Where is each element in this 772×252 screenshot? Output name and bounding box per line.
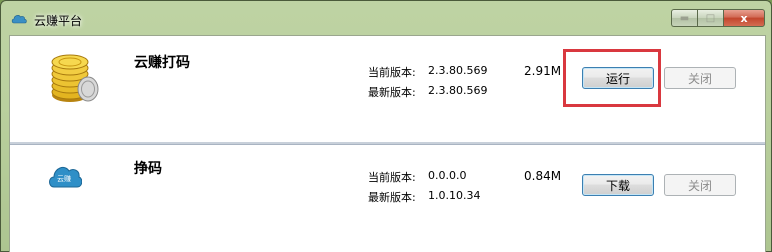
title-bar[interactable]: 云赚平台 ▬ □ x — [1, 1, 772, 35]
maximize-button[interactable]: □ — [697, 9, 723, 27]
close-app-button[interactable]: 关闭 — [664, 174, 736, 196]
download-button[interactable]: 下载 — [582, 174, 654, 196]
app-name: 挣码 — [134, 161, 162, 177]
cloud-app-icon-text: 云赚 — [57, 175, 71, 183]
window-close-button[interactable]: x — [723, 9, 765, 27]
app-window: 云赚平台 ▬ □ x 云赚打码 当前版本: 2.3.80.569 最新版本: 2… — [0, 0, 772, 252]
gold-coins-icon — [51, 54, 99, 102]
latest-version-label: 最新版本: — [368, 191, 416, 204]
minimize-icon: ▬ — [679, 12, 690, 24]
file-size: 2.91M — [524, 64, 562, 78]
cloud-icon — [11, 15, 27, 24]
maximize-icon: □ — [705, 12, 716, 24]
file-size: 0.84M — [524, 169, 562, 183]
list-item: 云赚打码 当前版本: 2.3.80.569 最新版本: 2.3.80.569 2… — [10, 36, 765, 142]
run-button[interactable]: 运行 — [582, 67, 654, 89]
close-app-button[interactable]: 关闭 — [664, 67, 736, 89]
window-controls: ▬ □ x — [671, 9, 765, 27]
window-title: 云赚平台 — [34, 14, 83, 28]
latest-version-label: 最新版本: — [368, 86, 416, 99]
latest-version-value: 1.0.10.34 — [428, 189, 481, 202]
minimize-button[interactable]: ▬ — [671, 9, 697, 27]
current-version-value: 0.0.0.0 — [428, 169, 467, 182]
close-icon: x — [740, 11, 748, 25]
app-list: 云赚打码 当前版本: 2.3.80.569 最新版本: 2.3.80.569 2… — [9, 35, 766, 252]
list-item: 云赚 挣码 当前版本: 0.0.0.0 最新版本: 1.0.10.34 0.84… — [10, 144, 765, 250]
current-version-label: 当前版本: — [368, 66, 416, 79]
latest-version-value: 2.3.80.569 — [428, 84, 488, 97]
app-name: 云赚打码 — [134, 55, 190, 71]
current-version-label: 当前版本: — [368, 171, 416, 184]
current-version-value: 2.3.80.569 — [428, 64, 488, 77]
cloud-app-icon: 云赚 — [48, 160, 82, 190]
